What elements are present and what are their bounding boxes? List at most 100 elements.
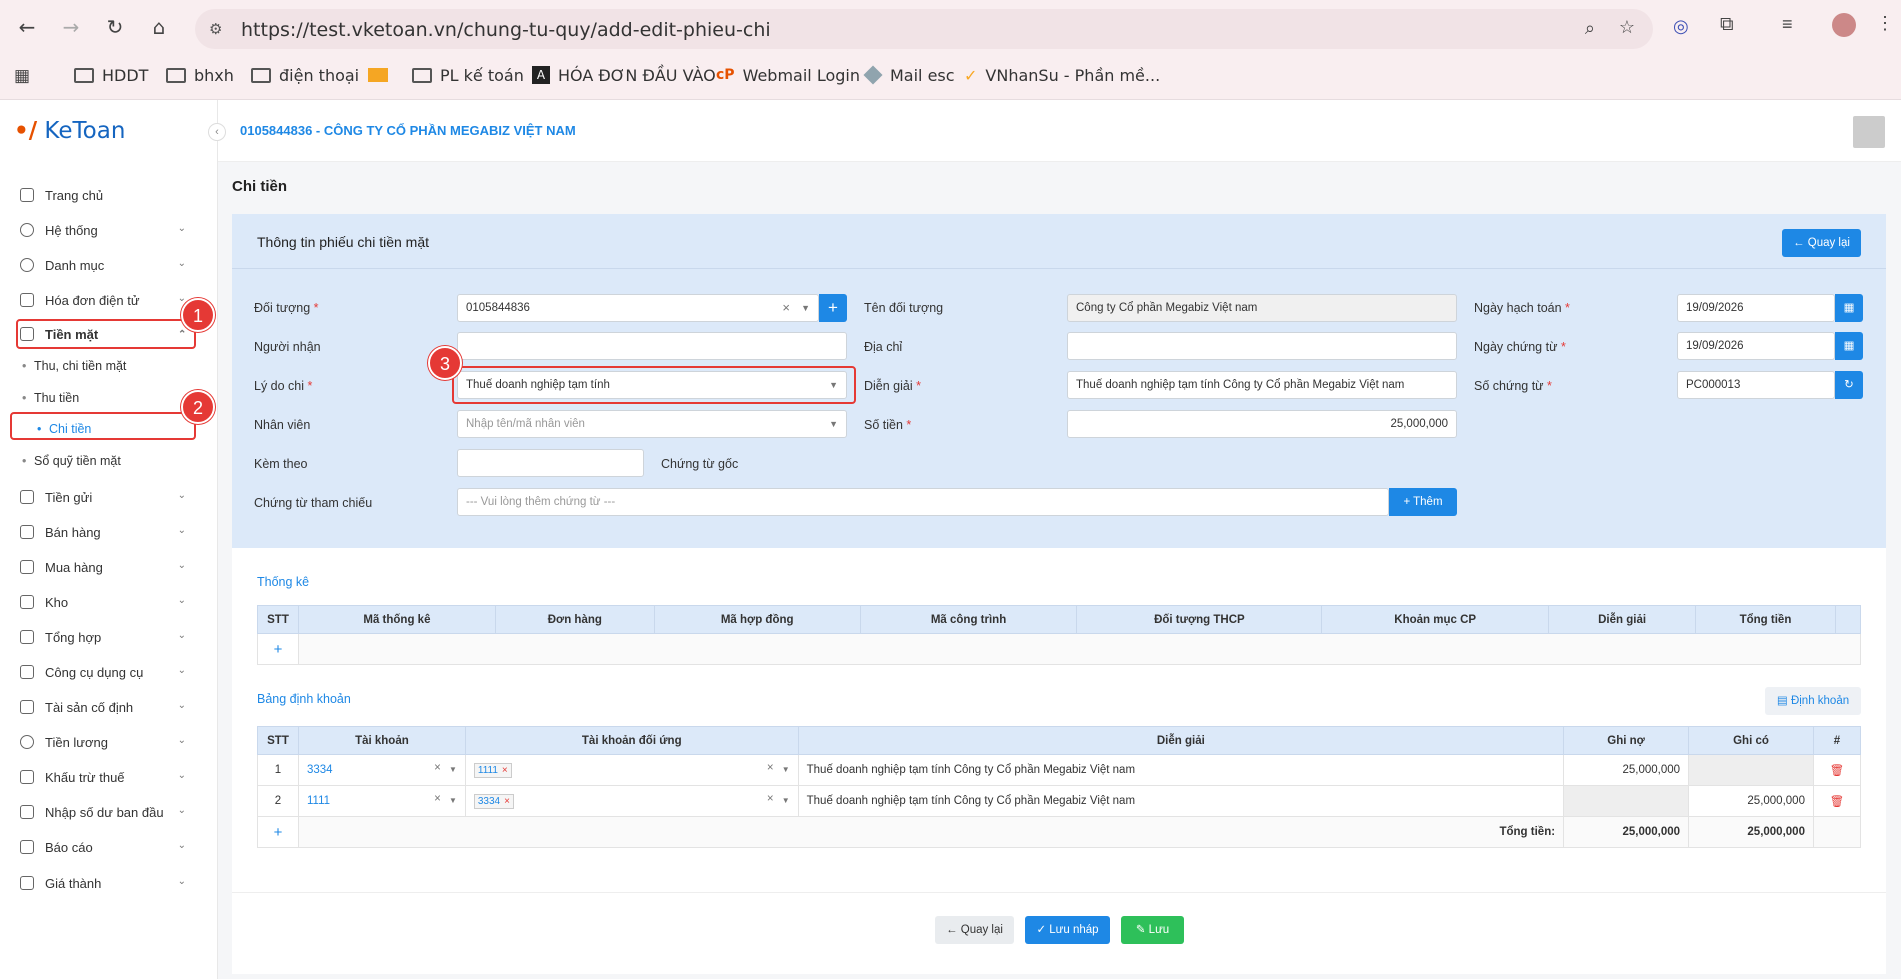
- vnhansu-icon: ✓: [964, 65, 978, 85]
- save-button[interactable]: ✎ Lưu: [1121, 916, 1184, 944]
- subitem-thu-tien[interactable]: Thu tiền: [22, 391, 79, 405]
- home-icon[interactable]: ⌂: [146, 14, 172, 40]
- sidebar-item-danh-muc[interactable]: Danh mục ⌄: [20, 254, 190, 276]
- chung-tu-tham-chieu-input[interactable]: --- Vui lòng thêm chứng từ ---: [457, 488, 1389, 516]
- clear-icon[interactable]: ×: [767, 793, 774, 805]
- refresh-icon[interactable]: ↻: [1835, 371, 1863, 399]
- sidebar-item-khau-tru-thue[interactable]: Khấu trừ thuế ⌄: [20, 766, 190, 788]
- sidebar-item-gia-thanh[interactable]: Giá thành ⌄: [20, 872, 190, 894]
- chevron-down-icon[interactable]: ▼: [782, 796, 790, 805]
- cell-tai-khoan[interactable]: 1111 × ▼: [297, 785, 466, 817]
- ngay-hach-toan-input[interactable]: 19/09/2026: [1677, 294, 1835, 322]
- profile-avatar[interactable]: [1832, 13, 1856, 37]
- clear-icon[interactable]: ×: [782, 295, 790, 321]
- bookmark-hddt[interactable]: HDDT: [74, 64, 148, 86]
- extension-icon[interactable]: ◎: [1673, 16, 1689, 37]
- sidebar-item-tai-san[interactable]: Tài sản cố định ⌄: [20, 696, 190, 718]
- cell-ghi-co: [1688, 754, 1814, 786]
- chevron-down-icon[interactable]: ▼: [782, 765, 790, 774]
- sidebar-item-tien-gui[interactable]: Tiền gửi ⌄: [20, 486, 190, 508]
- sidebar-item-kho[interactable]: Kho ⌄: [20, 591, 190, 613]
- back-button-top[interactable]: ← Quay lại: [1782, 229, 1861, 257]
- clear-icon[interactable]: ×: [434, 762, 441, 774]
- cell-tai-khoan[interactable]: 3334 × ▼: [297, 754, 466, 786]
- chung-tu-goc-label: Chứng từ gốc: [661, 457, 739, 471]
- trash-icon[interactable]: 🗑: [1812, 785, 1862, 817]
- save-draft-button[interactable]: ✓ Lưu nháp: [1025, 916, 1110, 944]
- address-bar[interactable]: ⚙ https://test.vketoan.vn/chung-tu-quy/a…: [195, 9, 1653, 49]
- app-logo[interactable]: •/ KeToan: [14, 118, 125, 144]
- chevron-down-icon[interactable]: ▼: [449, 796, 457, 805]
- bookmark-mail-esc[interactable]: Mail esc: [863, 64, 955, 86]
- ten-doi-tuong-input[interactable]: Công ty Cổ phần Megabiz Việt nam: [1067, 294, 1457, 322]
- remove-tag-icon[interactable]: ×: [502, 765, 508, 776]
- bookmark-dien-thoai[interactable]: điện thoại: [251, 64, 359, 86]
- collapse-sidebar-icon[interactable]: ‹: [208, 123, 226, 141]
- cell-tai-khoan-doi-ung[interactable]: 3334 × × ▼: [464, 785, 799, 817]
- add-row-icon[interactable]: +: [257, 816, 299, 848]
- site-settings-icon[interactable]: ⚙: [209, 20, 222, 38]
- add-doi-tuong-button[interactable]: +: [819, 294, 847, 322]
- reload-icon[interactable]: ↻: [102, 14, 128, 40]
- sidebar-item-nhap-so-du[interactable]: Nhập số dư ban đầu ⌄: [20, 801, 190, 823]
- sidebar-item-tien-luong[interactable]: Tiền lương ⌄: [20, 731, 190, 753]
- cell-ghi-no[interactable]: 25,000,000: [1563, 754, 1690, 786]
- bookmark-mail[interactable]: [368, 64, 388, 86]
- zoom-icon[interactable]: ⌕: [1585, 18, 1595, 39]
- ngay-chung-tu-label: Ngày chứng từ *: [1474, 340, 1566, 354]
- subitem-thu-chi-tien-mat[interactable]: Thu, chi tiền mặt: [22, 359, 126, 373]
- clear-icon[interactable]: ×: [767, 762, 774, 774]
- menu-dots-icon[interactable]: ⋮: [1876, 13, 1894, 34]
- doi-tuong-input[interactable]: 0105844836 × ▼: [457, 294, 819, 322]
- chevron-down-icon[interactable]: ▼: [449, 765, 457, 774]
- clear-icon[interactable]: ×: [434, 793, 441, 805]
- sidebar-item-tong-hop[interactable]: Tổng hợp ⌄: [20, 626, 190, 648]
- bookmark-bhxh[interactable]: bhxh: [166, 64, 234, 86]
- cell-dien-giai[interactable]: Thuế doanh nghiệp tạm tính Công ty Cổ ph…: [797, 754, 1565, 786]
- cell-ghi-no: [1563, 785, 1690, 817]
- sidebar-item-ban-hang[interactable]: Bán hàng ⌄: [20, 521, 190, 543]
- calendar-icon[interactable]: ▦: [1835, 294, 1863, 322]
- bookmark-pl-ke-toan[interactable]: PL kế toán: [412, 64, 524, 86]
- dien-giai-input[interactable]: Thuế doanh nghiệp tạm tính Công ty Cổ ph…: [1067, 371, 1457, 399]
- cell-tai-khoan-doi-ung[interactable]: 1111 × × ▼: [464, 754, 799, 786]
- bookmark-vnhansu[interactable]: ✓ VNhanSu - Phần mề...: [964, 64, 1160, 86]
- account-tag[interactable]: 3334 ×: [473, 793, 514, 809]
- ngay-chung-tu-input[interactable]: 19/09/2026: [1677, 332, 1835, 360]
- user-avatar[interactable]: [1853, 116, 1885, 148]
- back-arrow-icon[interactable]: ←: [14, 14, 40, 40]
- sidebar-item-he-thong[interactable]: Hệ thống ⌄: [20, 219, 190, 241]
- nguoi-nhan-input[interactable]: [457, 332, 847, 360]
- sidebar-item-cong-cu[interactable]: Công cụ dụng cụ ⌄: [20, 661, 190, 683]
- bookmark-hoa-don[interactable]: A HÓA ĐƠN ĐẦU VÀO: [532, 64, 716, 86]
- back-button-bottom[interactable]: ← Quay lại: [935, 916, 1014, 944]
- trash-icon[interactable]: 🗑: [1812, 754, 1862, 786]
- apps-grid-icon[interactable]: ▦: [14, 66, 30, 86]
- subitem-so-quy-tien-mat[interactable]: Sổ quỹ tiền mặt: [22, 454, 121, 468]
- kem-theo-input[interactable]: [457, 449, 644, 477]
- sidebar-item-mua-hang[interactable]: Mua hàng ⌄: [20, 556, 190, 578]
- dinh-khoan-button[interactable]: ▤ Định khoản: [1765, 687, 1861, 715]
- remove-tag-icon[interactable]: ×: [504, 796, 510, 807]
- cell-dien-giai[interactable]: Thuế doanh nghiệp tạm tính Công ty Cổ ph…: [797, 785, 1565, 817]
- calendar-icon[interactable]: ▦: [1835, 332, 1863, 360]
- so-tien-input[interactable]: 25,000,000: [1067, 410, 1457, 438]
- them-button[interactable]: + Thêm: [1389, 488, 1457, 516]
- add-row-icon[interactable]: +: [257, 633, 299, 665]
- cell-ghi-co[interactable]: 25,000,000: [1688, 785, 1814, 817]
- nhan-vien-select[interactable]: Nhập tên/mã nhân viên ▼: [457, 410, 847, 438]
- chevron-down-icon[interactable]: ▼: [801, 295, 810, 321]
- bookmark-webmail[interactable]: cP Webmail Login: [716, 64, 860, 86]
- dia-chi-input[interactable]: [1067, 332, 1457, 360]
- sidebar-item-hoa-don[interactable]: Hóa đơn điện tử ⌄: [20, 289, 190, 311]
- url-text[interactable]: https://test.vketoan.vn/chung-tu-quy/add…: [241, 19, 771, 41]
- star-icon[interactable]: ☆: [1619, 17, 1635, 38]
- account-tag[interactable]: 1111 ×: [473, 762, 512, 778]
- sidebar-item-bao-cao[interactable]: Báo cáo ⌄: [20, 836, 190, 858]
- media-icon[interactable]: ≡: [1782, 14, 1793, 35]
- sidebar-item-trang-chu[interactable]: Trang chủ: [20, 184, 190, 206]
- chart-icon: [20, 630, 34, 644]
- forward-arrow-icon[interactable]: →: [58, 14, 84, 40]
- puzzle-icon[interactable]: ⧉: [1720, 14, 1734, 36]
- so-chung-tu-input[interactable]: PC000013: [1677, 371, 1835, 399]
